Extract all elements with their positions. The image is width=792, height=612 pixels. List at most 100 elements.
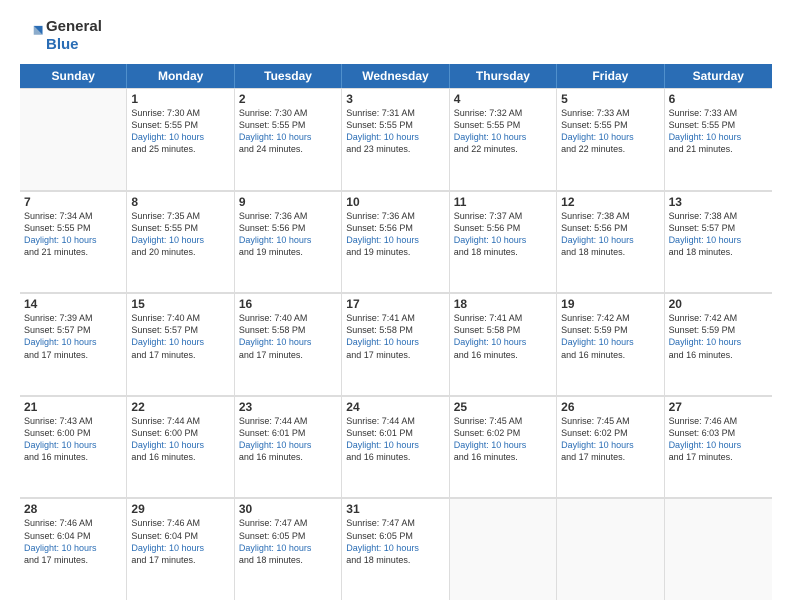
- cell-info-line: Daylight: 10 hours: [346, 440, 419, 450]
- day-number: 20: [669, 297, 768, 311]
- cell-info-line: Sunset: 5:55 PM: [131, 120, 198, 130]
- cell-info-line: Sunrise: 7:31 AM: [346, 108, 415, 118]
- day-number: 6: [669, 92, 768, 106]
- cell-info-line: Sunset: 6:03 PM: [669, 428, 736, 438]
- cell-info-line: Sunrise: 7:34 AM: [24, 211, 93, 221]
- day-number: 24: [346, 400, 444, 414]
- cell-info-line: and 17 minutes.: [346, 350, 410, 360]
- cell-info-line: and 16 minutes.: [454, 350, 518, 360]
- day-number: 30: [239, 502, 337, 516]
- cell-info: Sunrise: 7:33 AMSunset: 5:55 PMDaylight:…: [669, 107, 768, 156]
- day-number: 13: [669, 195, 768, 209]
- cell-info: Sunrise: 7:30 AMSunset: 5:55 PMDaylight:…: [131, 107, 229, 156]
- cell-info-line: Sunrise: 7:45 AM: [454, 416, 523, 426]
- calendar-header-day: Sunday: [20, 64, 127, 88]
- cell-info-line: Sunset: 5:55 PM: [561, 120, 628, 130]
- cell-info-line: Daylight: 10 hours: [131, 543, 204, 553]
- calendar-cell: 9Sunrise: 7:36 AMSunset: 5:56 PMDaylight…: [235, 191, 342, 293]
- calendar-cell: 4Sunrise: 7:32 AMSunset: 5:55 PMDaylight…: [450, 88, 557, 190]
- cell-info-line: Sunset: 6:05 PM: [239, 531, 306, 541]
- day-number: 5: [561, 92, 659, 106]
- cell-info-line: Daylight: 10 hours: [561, 440, 634, 450]
- cell-info-line: and 17 minutes.: [669, 452, 733, 462]
- day-number: 26: [561, 400, 659, 414]
- calendar-cell: 13Sunrise: 7:38 AMSunset: 5:57 PMDayligh…: [665, 191, 772, 293]
- day-number: 23: [239, 400, 337, 414]
- cell-info-line: and 23 minutes.: [346, 144, 410, 154]
- cell-info-line: and 16 minutes.: [131, 452, 195, 462]
- cell-info-line: Daylight: 10 hours: [24, 337, 97, 347]
- cell-info-line: and 21 minutes.: [24, 247, 88, 257]
- cell-info-line: Daylight: 10 hours: [454, 440, 527, 450]
- cell-info: Sunrise: 7:36 AMSunset: 5:56 PMDaylight:…: [239, 210, 337, 259]
- calendar-cell: 29Sunrise: 7:46 AMSunset: 6:04 PMDayligh…: [127, 498, 234, 600]
- cell-info-line: Sunrise: 7:43 AM: [24, 416, 93, 426]
- calendar-cell: 6Sunrise: 7:33 AMSunset: 5:55 PMDaylight…: [665, 88, 772, 190]
- day-number: 22: [131, 400, 229, 414]
- calendar-week-row: 28Sunrise: 7:46 AMSunset: 6:04 PMDayligh…: [20, 498, 772, 600]
- cell-info-line: Sunset: 5:57 PM: [24, 325, 91, 335]
- cell-info-line: and 18 minutes.: [454, 247, 518, 257]
- calendar-header-day: Thursday: [450, 64, 557, 88]
- calendar-cell: 25Sunrise: 7:45 AMSunset: 6:02 PMDayligh…: [450, 396, 557, 498]
- cell-info-line: Sunset: 6:01 PM: [239, 428, 306, 438]
- cell-info-line: Sunrise: 7:38 AM: [669, 211, 738, 221]
- cell-info-line: Sunset: 5:56 PM: [561, 223, 628, 233]
- cell-info-line: and 18 minutes.: [239, 555, 303, 565]
- cell-info-line: Sunset: 6:00 PM: [131, 428, 198, 438]
- calendar-cell: 18Sunrise: 7:41 AMSunset: 5:58 PMDayligh…: [450, 293, 557, 395]
- calendar-week-row: 14Sunrise: 7:39 AMSunset: 5:57 PMDayligh…: [20, 293, 772, 396]
- cell-info-line: Sunset: 5:56 PM: [346, 223, 413, 233]
- day-number: 25: [454, 400, 552, 414]
- calendar-cell: 24Sunrise: 7:44 AMSunset: 6:01 PMDayligh…: [342, 396, 449, 498]
- cell-info: Sunrise: 7:47 AMSunset: 6:05 PMDaylight:…: [346, 517, 444, 566]
- cell-info-line: Daylight: 10 hours: [239, 132, 312, 142]
- day-number: 28: [24, 502, 122, 516]
- cell-info-line: Daylight: 10 hours: [24, 543, 97, 553]
- day-number: 27: [669, 400, 768, 414]
- cell-info-line: Sunset: 5:56 PM: [239, 223, 306, 233]
- cell-info-line: and 18 minutes.: [561, 247, 625, 257]
- day-number: 14: [24, 297, 122, 311]
- cell-info-line: Sunset: 6:01 PM: [346, 428, 413, 438]
- cell-info-line: Sunrise: 7:36 AM: [239, 211, 308, 221]
- cell-info: Sunrise: 7:45 AMSunset: 6:02 PMDaylight:…: [454, 415, 552, 464]
- day-number: 7: [24, 195, 122, 209]
- cell-info-line: Daylight: 10 hours: [454, 235, 527, 245]
- cell-info-line: Sunset: 6:05 PM: [346, 531, 413, 541]
- calendar-cell: 5Sunrise: 7:33 AMSunset: 5:55 PMDaylight…: [557, 88, 664, 190]
- cell-info-line: Daylight: 10 hours: [561, 337, 634, 347]
- cell-info: Sunrise: 7:41 AMSunset: 5:58 PMDaylight:…: [454, 312, 552, 361]
- cell-info-line: Sunset: 5:59 PM: [561, 325, 628, 335]
- cell-info-line: Sunset: 5:55 PM: [131, 223, 198, 233]
- cell-info-line: Sunset: 5:55 PM: [454, 120, 521, 130]
- day-number: 16: [239, 297, 337, 311]
- cell-info-line: Sunrise: 7:37 AM: [454, 211, 523, 221]
- cell-info-line: Sunrise: 7:40 AM: [131, 313, 200, 323]
- day-number: 31: [346, 502, 444, 516]
- cell-info-line: Daylight: 10 hours: [24, 235, 97, 245]
- cell-info-line: Sunset: 5:58 PM: [346, 325, 413, 335]
- cell-info-line: and 16 minutes.: [346, 452, 410, 462]
- day-number: 11: [454, 195, 552, 209]
- cell-info-line: Daylight: 10 hours: [346, 132, 419, 142]
- cell-info-line: Sunset: 5:57 PM: [669, 223, 736, 233]
- cell-info-line: Daylight: 10 hours: [454, 132, 527, 142]
- cell-info-line: Daylight: 10 hours: [346, 337, 419, 347]
- cell-info-line: Sunrise: 7:47 AM: [346, 518, 415, 528]
- cell-info: Sunrise: 7:40 AMSunset: 5:58 PMDaylight:…: [239, 312, 337, 361]
- cell-info-line: Sunset: 5:58 PM: [239, 325, 306, 335]
- cell-info: Sunrise: 7:47 AMSunset: 6:05 PMDaylight:…: [239, 517, 337, 566]
- cell-info-line: Sunset: 6:04 PM: [131, 531, 198, 541]
- header: General Blue: [20, 18, 772, 54]
- cell-info: Sunrise: 7:42 AMSunset: 5:59 PMDaylight:…: [561, 312, 659, 361]
- logo-line1: General: [46, 18, 102, 36]
- calendar-cell: 28Sunrise: 7:46 AMSunset: 6:04 PMDayligh…: [20, 498, 127, 600]
- cell-info-line: and 17 minutes.: [24, 350, 88, 360]
- calendar-cell: 30Sunrise: 7:47 AMSunset: 6:05 PMDayligh…: [235, 498, 342, 600]
- cell-info-line: Sunrise: 7:36 AM: [346, 211, 415, 221]
- cell-info-line: and 16 minutes.: [561, 350, 625, 360]
- cell-info-line: and 16 minutes.: [239, 452, 303, 462]
- cell-info-line: Sunrise: 7:32 AM: [454, 108, 523, 118]
- cell-info-line: Daylight: 10 hours: [561, 235, 634, 245]
